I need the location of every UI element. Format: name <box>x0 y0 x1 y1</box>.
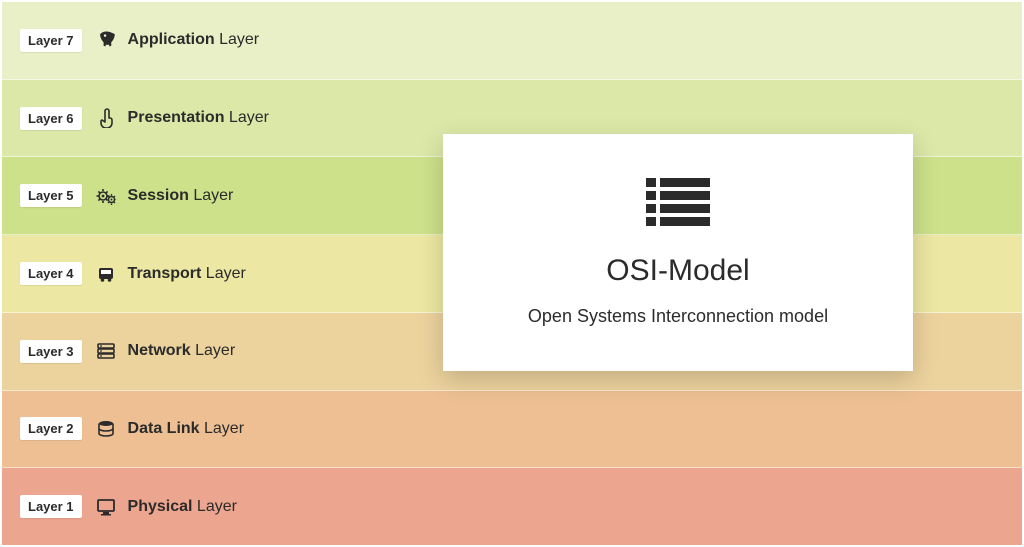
layer-label: Application Layer <box>128 31 260 49</box>
layer-badge: Layer 6 <box>20 107 82 130</box>
layer-label: Data Link Layer <box>128 420 244 438</box>
layer-badge: Layer 5 <box>20 184 82 207</box>
list-icon <box>471 178 885 226</box>
layer-row-2: Layer 2 Data Link Layer <box>2 391 1022 469</box>
layer-label: Physical Layer <box>128 498 237 516</box>
gears-icon <box>96 186 116 206</box>
layer-badge: Layer 7 <box>20 29 82 52</box>
desktop-icon <box>96 497 116 517</box>
bus-icon <box>96 264 116 284</box>
layer-badge: Layer 3 <box>20 340 82 363</box>
rocket-icon <box>96 30 116 50</box>
database-icon <box>96 419 116 439</box>
pointer-icon <box>96 108 116 128</box>
layer-badge: Layer 4 <box>20 262 82 285</box>
card-subtitle: Open Systems Interconnection model <box>471 306 885 327</box>
layer-label: Presentation Layer <box>128 109 269 127</box>
card-title: OSI-Model <box>471 254 885 288</box>
layer-badge: Layer 2 <box>20 417 82 440</box>
layer-label: Transport Layer <box>128 265 246 283</box>
layer-row-7: Layer 7 Application Layer <box>2 2 1022 80</box>
layer-label: Session Layer <box>128 187 234 205</box>
layer-badge: Layer 1 <box>20 495 82 518</box>
layer-label: Network Layer <box>128 342 236 360</box>
layer-row-1: Layer 1 Physical Layer <box>2 468 1022 545</box>
osi-card: OSI-Model Open Systems Interconnection m… <box>443 134 913 371</box>
server-icon <box>96 341 116 361</box>
